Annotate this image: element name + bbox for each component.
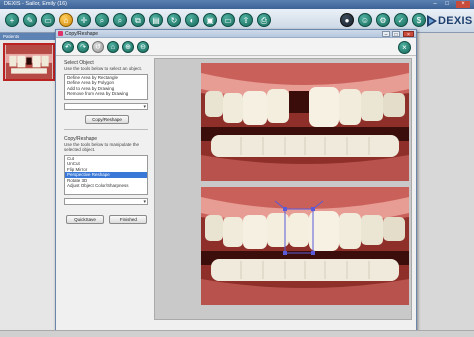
reshape-slider[interactable]: ▾ [64,197,148,205]
import-icon[interactable]: ▭ [221,13,235,27]
before-photo[interactable] [201,63,409,181]
user-icon[interactable]: ☺ [358,13,372,27]
dialog-title: Copy/Reshape [65,31,99,37]
zoom-out-icon[interactable]: ⌕ [95,13,109,27]
select-slider[interactable]: ▾ [64,102,148,110]
info-icon[interactable]: ● [340,13,354,27]
copy-reshape-dialog: Copy/Reshape – □ × ↶ ↷ ↺ ⌂ ⊕ ⊖ × Select … [55,29,417,332]
chevron-down-icon: ▾ [143,103,146,110]
dexis-logo-mark [427,15,437,27]
patient-thumbnail[interactable] [3,43,55,81]
export-icon[interactable]: ⇪ [239,13,253,27]
app-titlebar: DEXIS - Sailor, Emily (16) – □ × [0,0,474,9]
refresh-icon[interactable]: ✓ [394,13,408,27]
zoom-in-icon[interactable]: ✛ [77,13,91,27]
dialog-maximize-button[interactable]: □ [392,31,400,38]
panel-title: Patients [0,33,59,40]
select-object-description: Use the tools below to select an object. [64,66,143,71]
print-icon[interactable]: ⎙ [257,13,271,27]
image-icon[interactable]: ▣ [203,13,217,27]
folder-icon[interactable]: ▭ [41,13,55,27]
chevron-down-icon: ▾ [143,198,146,205]
dexis-logo: DEXIS [426,14,473,28]
app-name: DEXIS [4,1,21,7]
select-object-list[interactable]: Define Area by Rectangle Define Area by … [64,73,148,100]
dollar-icon[interactable]: $ [412,13,426,27]
reshape-handle[interactable] [283,207,287,211]
dialog-minimize-button[interactable]: – [382,31,390,38]
dialog-toolbar: ↶ ↷ ↺ ⌂ ⊕ ⊖ × [56,38,416,56]
image-pane[interactable] [154,58,412,320]
move-icon[interactable]: ⌕ [113,13,127,27]
rotate-left-icon[interactable]: ↶ [62,41,74,53]
list-item[interactable]: Remove from Area by Drawing [65,91,147,97]
copy-reshape-button[interactable]: Copy/Reshape [85,114,129,124]
patients-panel: Patients [0,33,60,337]
home-icon[interactable]: ⌂ [107,41,119,53]
adjust-icon[interactable]: ◐ [185,13,199,27]
copy-icon[interactable]: ⧉ [131,13,145,27]
rotate-icon[interactable]: ↻ [167,13,181,27]
new-icon[interactable]: + [5,13,19,27]
tool-controls: Select Object Use the tools below to sel… [64,58,150,224]
dialog-app-icon [58,31,63,36]
rotate-right-icon[interactable]: ↷ [77,41,89,53]
finished-button[interactable]: Finished [109,214,148,224]
settings-icon[interactable]: ⚙ [376,13,390,27]
close-button[interactable]: × [456,1,470,8]
app-title: DEXIS - Sailor, Emily (16) [4,1,67,7]
quicksave-button[interactable]: QuickSave [66,214,104,224]
reshape-handle[interactable] [311,207,315,211]
minimize-button[interactable]: – [430,1,440,8]
status-bar [0,330,474,337]
list-item[interactable]: Adjust Object Color/Sharpness [65,183,147,189]
maximize-button[interactable]: □ [442,1,452,8]
zoom-icon[interactable]: ⌂ [59,13,73,27]
dialog-close-button[interactable]: × [403,31,414,38]
zoom-in-icon[interactable]: ⊕ [122,41,134,53]
reshape-handle[interactable] [311,251,315,255]
divider [64,128,148,130]
edit-icon[interactable]: ✎ [23,13,37,27]
dialog-titlebar: Copy/Reshape – □ × [56,30,416,38]
reshape-options-list[interactable]: Cut UnCut Flip Mirror Perspective Reshap… [64,154,148,195]
undo-icon[interactable]: ↺ [92,41,104,53]
dialog-x-close-icon[interactable]: × [398,41,411,54]
logo-text: DEXIS [438,15,473,27]
zoom-out-icon[interactable]: ⊖ [137,41,149,53]
after-photo[interactable] [201,187,409,305]
reshape-description: Use the tools below to manipulate the se… [64,141,140,153]
patient-name: Sailor, Emily (16) [25,1,67,7]
reshape-handle[interactable] [283,251,287,255]
grid-icon[interactable]: ▤ [149,13,163,27]
